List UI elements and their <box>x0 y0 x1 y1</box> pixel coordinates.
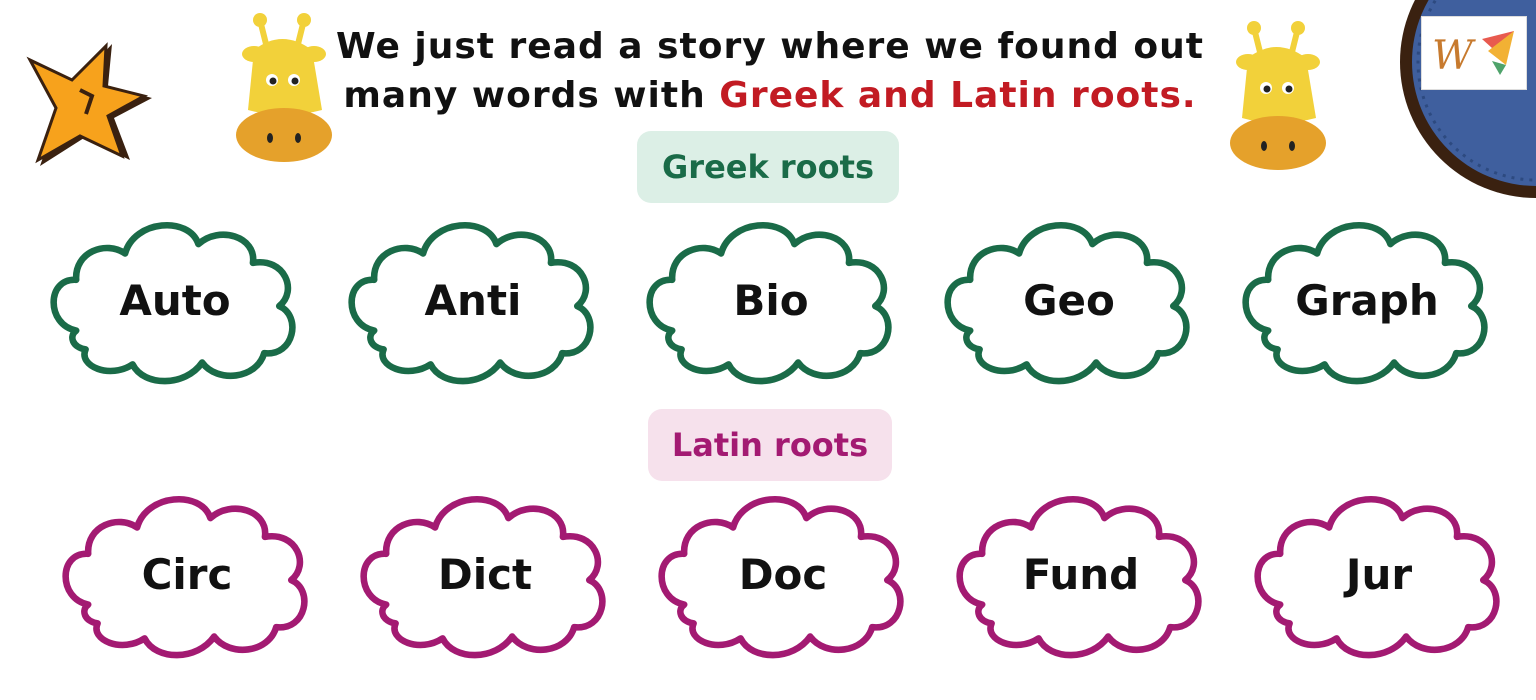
latin-root-label: Dict <box>437 549 533 599</box>
greek-roots-row: Auto Anti Bio Geo Graph <box>0 208 1536 398</box>
latin-roots-label: Latin roots <box>648 409 892 481</box>
latin-root-label: Doc <box>738 549 828 599</box>
giraffe-icon <box>1230 21 1326 170</box>
logo-icon: W <box>1432 31 1514 79</box>
greek-root-label: Graph <box>1295 275 1439 325</box>
title-line-2-prefix: many words with <box>343 75 720 116</box>
latin-root-cloud[interactable]: Doc <box>648 482 918 666</box>
greek-root-cloud[interactable]: Auto <box>40 208 310 392</box>
star-burst-icon <box>26 42 152 166</box>
latin-root-cloud[interactable]: Circ <box>52 482 322 666</box>
title-highlight: Greek and Latin roots. <box>719 75 1197 116</box>
greek-root-cloud[interactable]: Bio <box>636 208 906 392</box>
latin-root-label: Jur <box>1345 549 1413 599</box>
latin-roots-row: Circ Dict Doc Fund Jur <box>0 482 1536 672</box>
greek-root-cloud[interactable]: Graph <box>1232 208 1502 392</box>
greek-root-label: Anti <box>424 275 522 325</box>
logo: W <box>1421 16 1527 90</box>
giraffe-icon <box>236 13 332 162</box>
page-title: We just read a story where we found out … <box>330 22 1210 120</box>
latin-root-cloud[interactable]: Fund <box>946 482 1216 666</box>
latin-root-cloud[interactable]: Dict <box>350 482 620 666</box>
latin-root-label: Circ <box>141 549 233 599</box>
latin-root-label: Fund <box>1022 549 1140 599</box>
greek-root-cloud[interactable]: Geo <box>934 208 1204 392</box>
title-line-1: We just read a story where we found out <box>336 26 1204 67</box>
greek-root-label: Auto <box>119 275 231 325</box>
svg-text:W: W <box>1432 33 1476 79</box>
greek-roots-label: Greek roots <box>637 131 899 203</box>
greek-root-cloud[interactable]: Anti <box>338 208 608 392</box>
greek-root-label: Bio <box>733 275 809 325</box>
latin-root-cloud[interactable]: Jur <box>1244 482 1514 666</box>
title-line-2: many words with Greek and Latin roots. <box>330 71 1210 120</box>
greek-root-label: Geo <box>1023 275 1115 325</box>
